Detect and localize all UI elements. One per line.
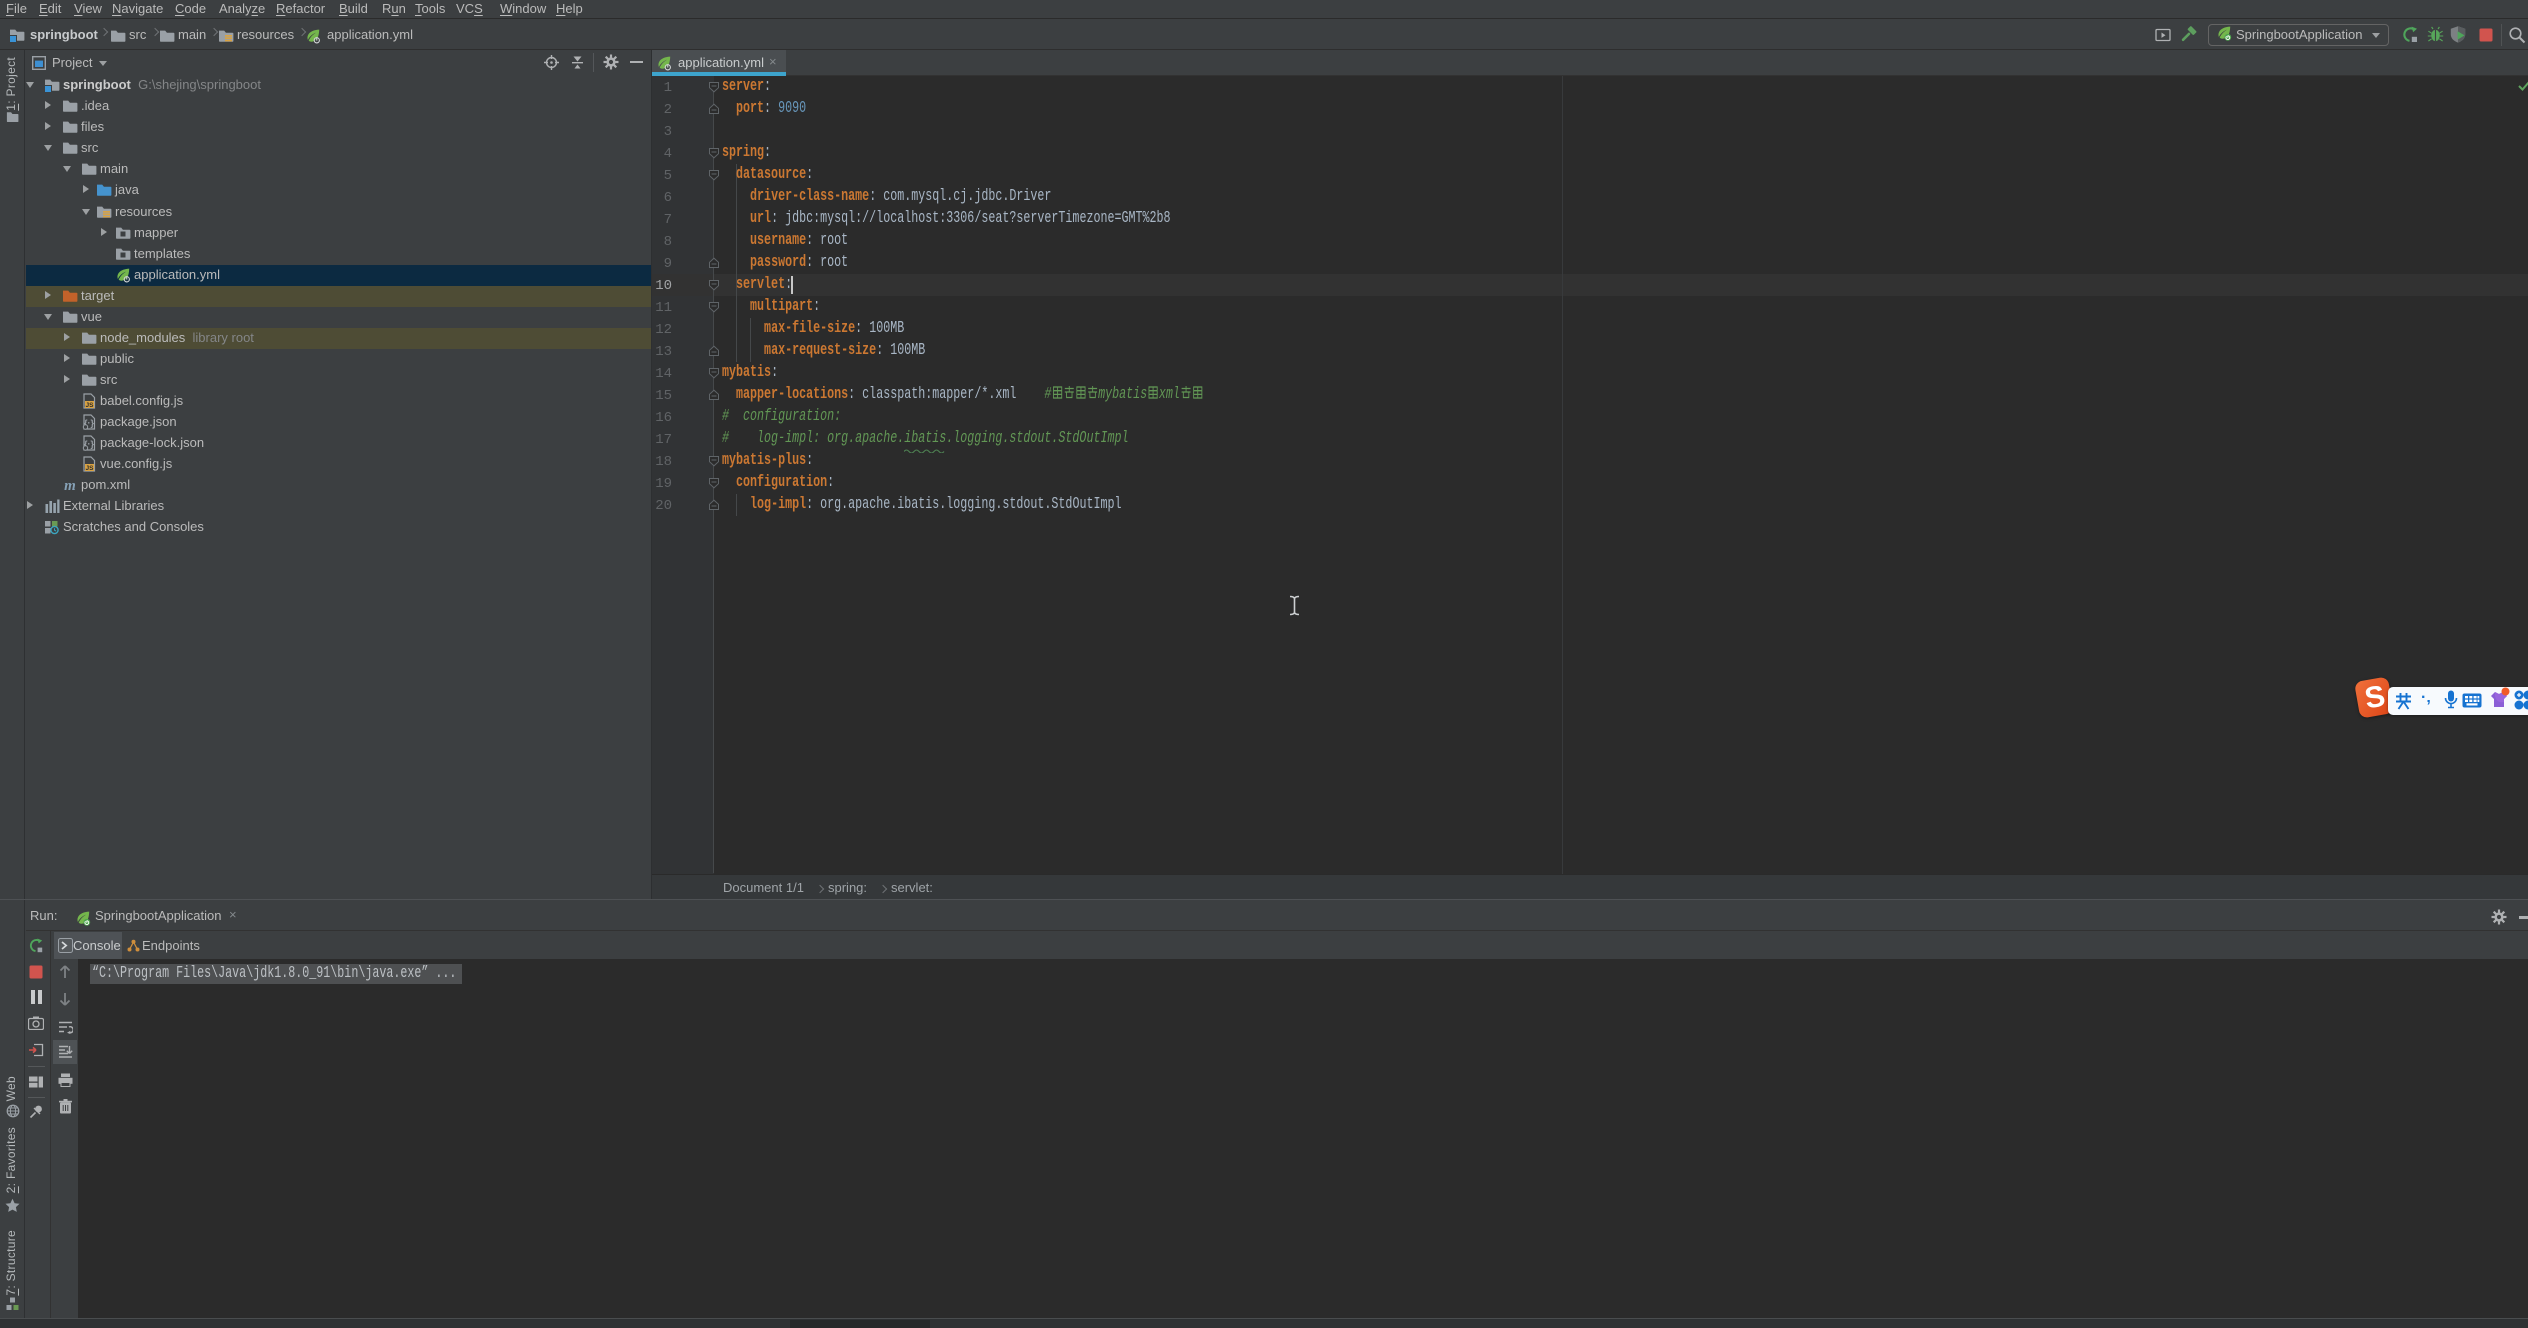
svg-text:JS: JS xyxy=(86,465,95,472)
svg-text:m: m xyxy=(64,478,76,493)
svg-text:JS: JS xyxy=(86,402,95,409)
